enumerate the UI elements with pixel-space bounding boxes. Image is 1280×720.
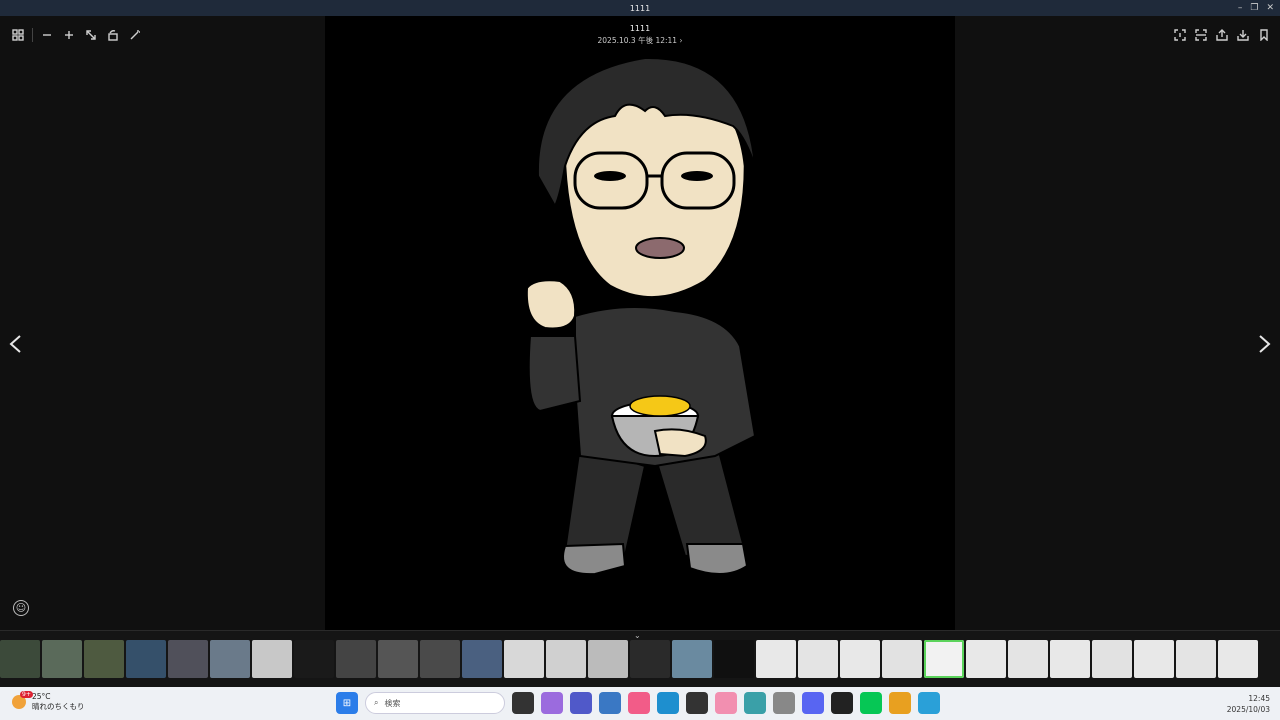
bookmark-icon[interactable] bbox=[1256, 27, 1272, 43]
weather-desc: 晴れのちくもり bbox=[32, 702, 85, 711]
filmstrip: ⌄ bbox=[0, 630, 1280, 687]
emoji-reaction-icon[interactable]: ☺ bbox=[13, 600, 29, 616]
music-icon[interactable] bbox=[628, 692, 650, 714]
chevron-down-icon[interactable]: ⌄ bbox=[634, 631, 641, 640]
edge-icon[interactable] bbox=[657, 692, 679, 714]
photo-viewer: 1111 2025.10.3 午後 12:11 › ☺ bbox=[0, 16, 1280, 630]
thumbnail[interactable] bbox=[798, 640, 838, 678]
clock-date: 2025/10/03 bbox=[1226, 705, 1270, 714]
store-icon[interactable] bbox=[599, 692, 621, 714]
weather-badge: 9+ bbox=[20, 691, 33, 698]
chevron-left-icon bbox=[9, 335, 21, 353]
thumbnail[interactable] bbox=[1218, 640, 1258, 678]
download-icon[interactable] bbox=[1235, 27, 1251, 43]
copilot-icon[interactable] bbox=[541, 692, 563, 714]
photo-date-text: 2025.10.3 午後 12:11 bbox=[597, 36, 678, 45]
thumbnail[interactable] bbox=[714, 640, 754, 678]
thumbnail[interactable] bbox=[840, 640, 880, 678]
taskbar-apps: ⊞ ⌕ 検索 bbox=[336, 692, 940, 714]
thumbnail[interactable] bbox=[210, 640, 250, 678]
thumbnail[interactable] bbox=[0, 640, 40, 678]
thumbnail[interactable] bbox=[378, 640, 418, 678]
thumbnail[interactable] bbox=[1050, 640, 1090, 678]
teams-icon[interactable] bbox=[570, 692, 592, 714]
notepad-icon[interactable] bbox=[918, 692, 940, 714]
task-view-icon[interactable] bbox=[512, 692, 534, 714]
thumbnail[interactable] bbox=[294, 640, 334, 678]
thumbnail[interactable] bbox=[546, 640, 586, 678]
photo-title: 1111 bbox=[629, 24, 651, 33]
thumbnail[interactable] bbox=[126, 640, 166, 678]
search-box[interactable]: ⌕ 検索 bbox=[365, 692, 505, 714]
weather-sun-icon: 9+ bbox=[12, 691, 33, 709]
next-button[interactable] bbox=[1254, 334, 1274, 354]
thumbnail[interactable] bbox=[672, 640, 712, 678]
thumbnail[interactable] bbox=[336, 640, 376, 678]
start-icon[interactable]: ⊞ bbox=[336, 692, 358, 714]
app-icon[interactable] bbox=[744, 692, 766, 714]
thumbnail-list bbox=[0, 640, 1258, 678]
thumbnail[interactable] bbox=[504, 640, 544, 678]
text-recognize-icon[interactable] bbox=[1172, 27, 1188, 43]
window-title: 1111 bbox=[629, 3, 651, 13]
thumbnail[interactable] bbox=[1176, 640, 1216, 678]
share-icon[interactable] bbox=[1214, 27, 1230, 43]
toolbar-right bbox=[1172, 27, 1272, 43]
photo-canvas bbox=[325, 16, 955, 630]
thumbnail[interactable] bbox=[168, 640, 208, 678]
weather-temp: 25°C bbox=[32, 692, 51, 701]
caricature-image bbox=[525, 56, 757, 576]
obs-icon[interactable] bbox=[686, 692, 708, 714]
thumbnail[interactable] bbox=[630, 640, 670, 678]
thumbnail[interactable] bbox=[462, 640, 502, 678]
search-icon: ⌕ bbox=[374, 698, 379, 707]
chevron-right-icon: › bbox=[679, 36, 683, 45]
app-icon[interactable] bbox=[889, 692, 911, 714]
thumbnail[interactable] bbox=[84, 640, 124, 678]
photo-date[interactable]: 2025.10.3 午後 12:11 › bbox=[0, 35, 1280, 46]
discord-icon[interactable] bbox=[802, 692, 824, 714]
restore-icon[interactable]: ❐ bbox=[1250, 3, 1258, 13]
thumbnail[interactable] bbox=[420, 640, 460, 678]
search-placeholder: 検索 bbox=[384, 698, 401, 708]
chevron-right-icon bbox=[1259, 335, 1271, 353]
thumbnail[interactable] bbox=[1008, 640, 1048, 678]
weather-widget[interactable]: 9+ 25°C 晴れのちくもり bbox=[12, 691, 85, 712]
thumbnail[interactable] bbox=[1092, 640, 1132, 678]
taskbar: 9+ 25°C 晴れのちくもり ⊞ ⌕ 検索 12:45 2025/10/03 bbox=[0, 687, 1280, 720]
volume-app-icon[interactable] bbox=[773, 692, 795, 714]
system-clock[interactable]: 12:45 2025/10/03 bbox=[1227, 693, 1270, 715]
thumbnail[interactable] bbox=[588, 640, 628, 678]
thumbnail-selected[interactable] bbox=[924, 640, 964, 678]
thumbnail[interactable] bbox=[756, 640, 796, 678]
app-icon[interactable] bbox=[715, 692, 737, 714]
thumbnail[interactable] bbox=[42, 640, 82, 678]
close-icon[interactable]: ✕ bbox=[1266, 3, 1274, 13]
thumbnail[interactable] bbox=[252, 640, 292, 678]
thumbnail[interactable] bbox=[882, 640, 922, 678]
previous-button[interactable] bbox=[6, 334, 26, 354]
clock-time: 12:45 bbox=[1248, 694, 1270, 703]
app-icon[interactable] bbox=[831, 692, 853, 714]
line-icon[interactable] bbox=[860, 692, 882, 714]
scan-icon[interactable] bbox=[1193, 27, 1209, 43]
minimize-icon[interactable]: – bbox=[1238, 3, 1243, 13]
thumbnail[interactable] bbox=[966, 640, 1006, 678]
title-bar: 1111 – ❐ ✕ bbox=[0, 0, 1280, 16]
thumbnail[interactable] bbox=[1134, 640, 1174, 678]
